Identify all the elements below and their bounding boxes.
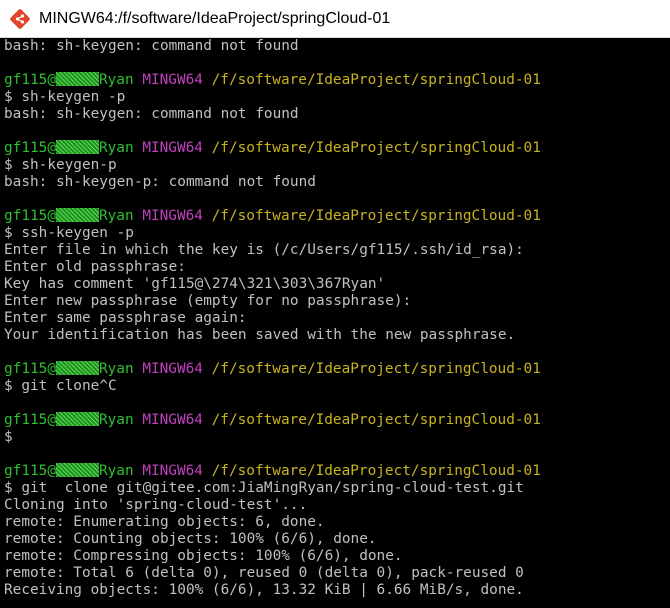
window-title: MINGW64:/f/software/IdeaProject/springCl… [39,9,391,27]
output-line: $ ssh-keygen -p [4,225,134,241]
output-line: bash: sh-keygen: command not found [4,106,299,122]
title-bar[interactable]: MINGW64:/f/software/IdeaProject/springCl… [0,0,670,38]
redacted-username-block [55,140,99,154]
output-line: $ [4,429,13,445]
output-line: remote: Compressing objects: 100% (6/6),… [4,548,403,564]
prompt-user-suffix: Ryan [98,463,134,479]
output-line: Enter new passphrase (empty for no passp… [4,293,412,309]
prompt-user-suffix: Ryan [98,140,134,156]
output-line: remote: Counting objects: 100% (6/6), do… [4,531,377,547]
git-bash-icon [9,8,31,30]
prompt-path: /f/software/IdeaProject/springCloud-01 [211,412,541,428]
prompt-path: /f/software/IdeaProject/springCloud-01 [211,208,541,224]
prompt-user-suffix: Ryan [98,412,134,428]
terminal-window: MINGW64:/f/software/IdeaProject/springCl… [0,0,670,608]
output-line: Receiving objects: 100% (6/6), 13.32 KiB… [4,582,524,598]
output-line: $ sh-keygen-p [4,157,117,173]
output-line: $ git clone^C [4,378,117,394]
prompt-line: gf115@ Ryan MINGW64 /f/software/IdeaProje… [4,361,670,378]
prompt-host: MINGW64 [142,412,203,428]
prompt-path: /f/software/IdeaProject/springCloud-01 [211,361,541,377]
prompt-host: MINGW64 [142,208,203,224]
output-line: Key has comment 'gf115@\274\321\303\367R… [4,276,386,292]
prompt-path: /f/software/IdeaProject/springCloud-01 [211,463,541,479]
prompt-user-suffix: Ryan [98,72,134,88]
prompt-line: gf115@ Ryan MINGW64 /f/software/IdeaProje… [4,412,670,429]
output-line: bash: sh-keygen: command not found [4,38,299,54]
prompt-user-suffix: Ryan [98,208,134,224]
prompt-user: gf115@ [4,361,56,377]
output-line: remote: Enumerating objects: 6, done. [4,514,325,530]
prompt-line: gf115@ Ryan MINGW64 /f/software/IdeaProje… [4,140,670,157]
output-line: Enter old passphrase: [4,259,186,275]
prompt-line: gf115@ Ryan MINGW64 /f/software/IdeaProje… [4,463,670,480]
redacted-username-block [55,72,99,86]
prompt-host: MINGW64 [142,361,203,377]
output-line: $ sh-keygen -p [4,89,126,105]
prompt-user: gf115@ [4,412,56,428]
redacted-username-block [55,208,99,222]
prompt-host: MINGW64 [142,72,203,88]
prompt-user: gf115@ [4,463,56,479]
prompt-user-suffix: Ryan [98,361,134,377]
output-line: Enter file in which the key is (/c/Users… [4,242,524,258]
prompt-host: MINGW64 [142,140,203,156]
prompt-user: gf115@ [4,208,56,224]
output-line: remote: Total 6 (delta 0), reused 0 (del… [4,565,524,581]
prompt-host: MINGW64 [142,463,203,479]
prompt-line: gf115@ Ryan MINGW64 /f/software/IdeaProje… [4,208,670,225]
prompt-line: gf115@ Ryan MINGW64 /f/software/IdeaProje… [4,72,670,89]
redacted-username-block [55,412,99,426]
output-line: $ git clone git@gitee.com:JiaMingRyan/sp… [4,480,524,496]
prompt-user: gf115@ [4,72,56,88]
output-line: bash: sh-keygen-p: command not found [4,174,316,190]
redacted-username-block [55,361,99,375]
output-line: Cloning into 'spring-cloud-test'... [4,497,308,513]
prompt-user: gf115@ [4,140,56,156]
prompt-path: /f/software/IdeaProject/springCloud-01 [211,72,541,88]
output-line: Enter same passphrase again: [4,310,247,326]
prompt-path: /f/software/IdeaProject/springCloud-01 [211,140,541,156]
redacted-username-block [55,463,99,477]
terminal-output[interactable]: bash: sh-keygen: command not found gf115@… [0,38,670,608]
output-line: Your identification has been saved with … [4,327,516,343]
